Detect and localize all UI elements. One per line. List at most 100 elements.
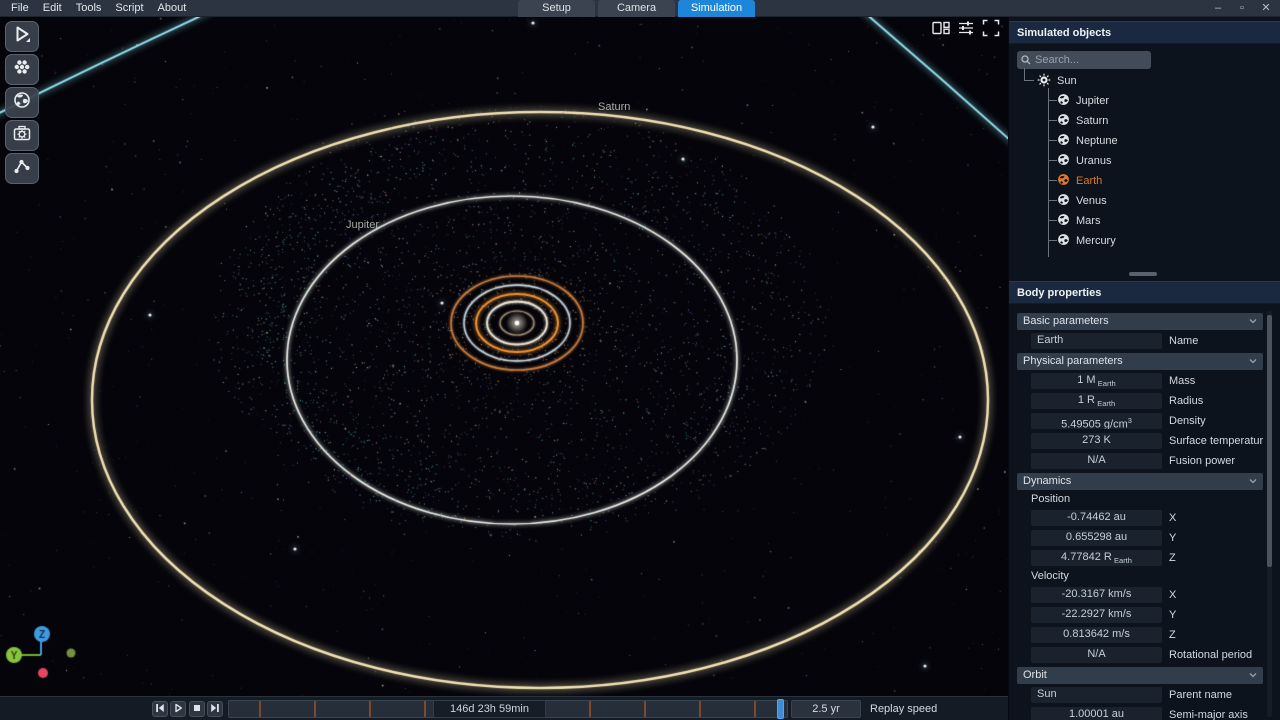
planet-label-saturn: Saturn xyxy=(598,101,630,113)
tree-connector xyxy=(1048,100,1057,101)
field-semi-major-axis[interactable]: 1.00001 au xyxy=(1031,707,1162,720)
toolbar-trajectory-button[interactable] xyxy=(5,153,39,184)
field-rotational-period[interactable]: N/A xyxy=(1031,647,1162,663)
fullscreen-icon xyxy=(982,19,1000,42)
timeline-tick xyxy=(369,701,371,717)
property-label: X xyxy=(1169,585,1176,605)
property-row: N/A Fusion power xyxy=(1017,451,1263,471)
close-icon: ✕ xyxy=(1261,2,1270,14)
field-y[interactable]: 0.655298 au xyxy=(1031,530,1162,546)
toolbar-globe-button[interactable] xyxy=(5,87,39,118)
field-parent-name[interactable]: Sun xyxy=(1031,687,1162,703)
tree-item-label: Uranus xyxy=(1076,155,1111,167)
timeline-tick xyxy=(754,701,756,717)
field-surface-temperature[interactable]: 273 K xyxy=(1031,433,1162,449)
menu-item-script[interactable]: Script xyxy=(108,0,150,17)
tab-setup[interactable]: Setup xyxy=(518,0,595,17)
toolbar-camera-settings-button[interactable] xyxy=(5,120,39,151)
field-x[interactable]: -20.3167 km/s xyxy=(1031,587,1162,603)
playback-skip-end-button[interactable] xyxy=(207,701,223,717)
field-name[interactable]: Earth xyxy=(1031,333,1162,349)
tree-connector xyxy=(1048,180,1057,181)
property-label: Density xyxy=(1169,411,1206,431)
section-header-orbit[interactable]: Orbit xyxy=(1017,667,1263,684)
search-box[interactable] xyxy=(1017,51,1151,69)
field-x[interactable]: -0.74462 au xyxy=(1031,510,1162,526)
field-density[interactable]: 5.49505 g/cm3 xyxy=(1031,413,1162,429)
view-adjustments-button[interactable] xyxy=(957,21,975,39)
view-fullscreen-button[interactable] xyxy=(982,21,1000,39)
property-label: Surface temperature xyxy=(1169,431,1263,451)
section-title: Orbit xyxy=(1023,669,1047,681)
replay-speed-label: Replay speed xyxy=(870,697,937,720)
adjustments-icon xyxy=(957,19,975,42)
properties-scrollbar[interactable] xyxy=(1267,311,1272,717)
window-maximize-button[interactable]: ▫ xyxy=(1230,0,1254,17)
globe-icon xyxy=(1057,133,1070,149)
menu-item-tools[interactable]: Tools xyxy=(69,0,109,17)
timeline-track[interactable]: 146d 23h 59min xyxy=(228,700,788,718)
section-header-basic-parameters[interactable]: Basic parameters xyxy=(1017,313,1263,330)
menu-item-edit[interactable]: Edit xyxy=(36,0,69,17)
section-title: Basic parameters xyxy=(1023,315,1109,327)
search-input[interactable] xyxy=(1035,54,1147,66)
simulation-viewport[interactable]: Saturn Jupiter xyxy=(0,17,1008,696)
scrollbar-thumb[interactable] xyxy=(1267,315,1272,567)
property-row: 4.77842 R EarthZ xyxy=(1017,548,1263,568)
tree-item-saturn[interactable]: Saturn xyxy=(1057,111,1108,131)
section-header-physical-parameters[interactable]: Physical parameters xyxy=(1017,353,1263,370)
field-z[interactable]: 4.77842 R Earth xyxy=(1031,550,1162,566)
maximize-icon: ▫ xyxy=(1240,2,1244,14)
window-controls: –▫ ✕ xyxy=(1206,0,1278,17)
property-row: 273 K Surface temperature xyxy=(1017,431,1263,451)
tree-item-venus[interactable]: Venus xyxy=(1057,191,1107,211)
group-label-velocity: Velocity xyxy=(1017,568,1263,585)
tree-item-jupiter[interactable]: Jupiter xyxy=(1057,91,1109,111)
tree-connector xyxy=(1048,88,1049,257)
property-row: EarthName xyxy=(1017,331,1263,351)
menu-item-file[interactable]: File xyxy=(4,0,36,17)
field-fusion-power[interactable]: N/A xyxy=(1031,453,1162,469)
tree-item-earth[interactable]: Earth xyxy=(1057,171,1102,191)
playback-play-small-button[interactable] xyxy=(170,701,186,717)
timeline-thumb[interactable] xyxy=(777,699,784,719)
tab-simulation[interactable]: Simulation xyxy=(678,0,755,17)
tree-item-neptune[interactable]: Neptune xyxy=(1057,131,1118,151)
tree-connector xyxy=(1048,160,1057,161)
property-label: Y xyxy=(1169,605,1176,625)
orbit-scene-canvas[interactable] xyxy=(0,17,1008,696)
property-row: 5.49505 g/cm3 Density xyxy=(1017,411,1263,431)
tree-connector xyxy=(1048,220,1057,221)
property-label: Semi-major axis xyxy=(1169,705,1248,720)
tree-connector xyxy=(1024,80,1034,81)
menu-item-about[interactable]: About xyxy=(151,0,194,17)
field-z[interactable]: 0.813642 m/s xyxy=(1031,627,1162,643)
property-row: N/ARotational period xyxy=(1017,645,1263,665)
field-radius[interactable]: 1 R Earth xyxy=(1031,393,1162,409)
view-split-view-button[interactable] xyxy=(932,21,950,39)
panel-resize-grip[interactable] xyxy=(1129,272,1157,276)
property-label: Fusion power xyxy=(1169,451,1235,471)
skip-start-icon xyxy=(155,700,165,718)
side-panel: Simulated objects SunJupiterSaturnNeptun… xyxy=(1008,17,1280,720)
tree-item-mars[interactable]: Mars xyxy=(1057,211,1100,231)
tree-item-sun[interactable]: Sun xyxy=(1037,71,1077,91)
tree-item-uranus[interactable]: Uranus xyxy=(1057,151,1111,171)
property-row: -22.2927 km/s Y xyxy=(1017,605,1263,625)
toolbar-particle-cluster-button[interactable] xyxy=(5,54,39,85)
globe-icon xyxy=(1057,193,1070,209)
section-header-dynamics[interactable]: Dynamics xyxy=(1017,473,1263,490)
globe-icon xyxy=(1057,93,1070,109)
left-toolbar xyxy=(5,21,39,184)
window-close-button[interactable]: ✕ xyxy=(1254,0,1278,17)
tree-item-mercury[interactable]: Mercury xyxy=(1057,231,1116,251)
field-mass[interactable]: 1 M Earth xyxy=(1031,373,1162,389)
replay-speed-field[interactable]: 2.5 yr xyxy=(791,700,861,718)
field-y[interactable]: -22.2927 km/s xyxy=(1031,607,1162,623)
tab-camera[interactable]: Camera xyxy=(598,0,675,17)
playback-stop-button[interactable] xyxy=(189,701,205,717)
toolbar-play-button[interactable] xyxy=(5,21,39,52)
playback-skip-start-button[interactable] xyxy=(152,701,168,717)
window-minimize-button[interactable]: – xyxy=(1206,0,1230,17)
play-small-icon xyxy=(173,700,183,718)
